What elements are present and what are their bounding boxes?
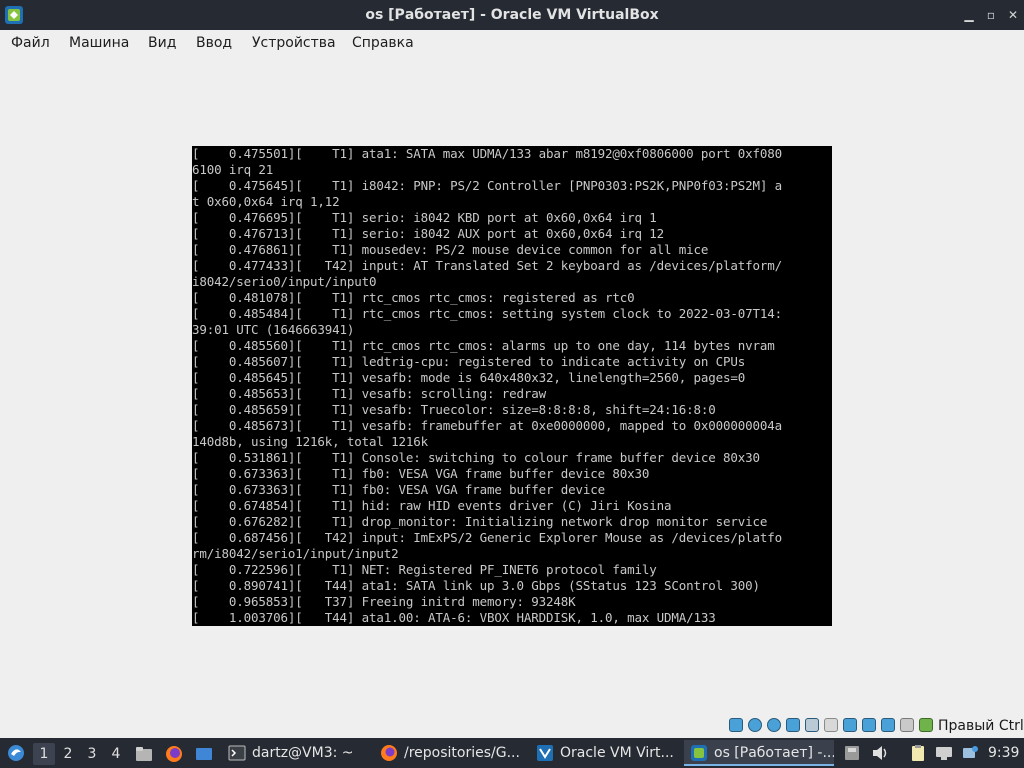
clipboard-icon[interactable] bbox=[908, 744, 928, 762]
console-line: [ 0.674854][ T1] hid: raw HID events dri… bbox=[192, 498, 672, 513]
task-firefox[interactable]: /repositories/G... bbox=[374, 740, 528, 766]
menu-input[interactable]: Ввод bbox=[196, 30, 232, 57]
console-line: [ 0.481078][ T1] rtc_cmos rtc_cmos: regi… bbox=[192, 290, 635, 305]
console-line: [ 0.485645][ T1] vesafb: mode is 640x480… bbox=[192, 370, 746, 385]
console-line: [ 1.003706][ T44] ata1.00: ATA-6: VBOX H… bbox=[192, 610, 716, 625]
console-line: [ 0.965853][ T37] Freeing initrd memory:… bbox=[192, 594, 576, 609]
console-line: 140d8b, using 1216k, total 1216k bbox=[192, 434, 429, 449]
menu-file[interactable]: Файл bbox=[11, 30, 50, 57]
disk-icon[interactable] bbox=[842, 744, 862, 762]
console-line: t 0x60,0x64 irq 1,12 bbox=[192, 194, 340, 209]
console-line: [ 0.475645][ T1] i8042: PNP: PS/2 Contro… bbox=[192, 178, 783, 193]
console-line: [ 0.722596][ T1] NET: Registered PF_INET… bbox=[192, 562, 657, 577]
workspace-4[interactable]: 4 bbox=[105, 743, 127, 765]
mouse-integration-icon[interactable] bbox=[900, 718, 914, 732]
workspace-1[interactable]: 1 bbox=[33, 743, 55, 765]
file-manager-icon[interactable] bbox=[134, 744, 154, 764]
console-line: [ 0.475501][ T1] ata1: SATA max UDMA/133… bbox=[192, 146, 783, 161]
console-line: 39:01 UTC (1646663941) bbox=[192, 322, 355, 337]
task-terminal[interactable]: dartz@VM3: ~ bbox=[222, 740, 368, 766]
console-line: [ 0.531861][ T1] Console: switching to c… bbox=[192, 450, 760, 465]
firefox-icon[interactable] bbox=[164, 744, 184, 764]
console-line: [ 0.477433][ T42] input: AT Translated S… bbox=[192, 258, 783, 273]
console-line: i8042/serio0/input/input0 bbox=[192, 274, 377, 289]
window-title: os [Работает] - Oracle VM VirtualBox bbox=[365, 7, 659, 23]
maximize-icon[interactable]: ▫ bbox=[980, 0, 1002, 30]
task-vm-window[interactable]: os [Работает] -... bbox=[684, 740, 834, 766]
keyboard-icon[interactable] bbox=[919, 718, 933, 732]
task-label: dartz@VM3: ~ bbox=[252, 745, 354, 761]
terminal-icon bbox=[228, 745, 246, 761]
console-line: [ 0.485484][ T1] rtc_cmos rtc_cmos: sett… bbox=[192, 306, 783, 321]
task-label: os [Работает] -... bbox=[714, 745, 834, 761]
system-taskbar: 1 2 3 4 dartz@VM3: ~ /repositories/G... … bbox=[0, 738, 1024, 768]
cpu-icon[interactable] bbox=[881, 718, 895, 732]
console-line: [ 0.476861][ T1] mousedev: PS/2 mouse de… bbox=[192, 242, 709, 257]
console-line: [ 0.485653][ T1] vesafb: scrolling: redr… bbox=[192, 386, 547, 401]
task-label: /repositories/G... bbox=[404, 745, 520, 761]
vm-statusbar: Правый Ctrl bbox=[0, 714, 1024, 738]
task-label: Oracle VM Virt... bbox=[560, 745, 674, 761]
volume-icon[interactable] bbox=[870, 744, 890, 762]
clock: 9:39 bbox=[988, 745, 1020, 761]
menu-view[interactable]: Вид bbox=[148, 30, 176, 57]
minimize-icon[interactable]: ▁ bbox=[958, 0, 980, 30]
virtualbox-icon bbox=[537, 745, 553, 761]
hard-disk-icon[interactable] bbox=[729, 718, 743, 732]
workspace-3[interactable]: 3 bbox=[81, 743, 103, 765]
console-line: [ 0.485659][ T1] vesafb: Truecolor: size… bbox=[192, 402, 716, 417]
task-virtualbox-manager[interactable]: Oracle VM Virt... bbox=[530, 740, 680, 766]
start-menu-icon[interactable] bbox=[6, 743, 26, 763]
console-line: [ 0.676282][ T1] drop_monitor: Initializ… bbox=[192, 514, 768, 529]
menu-machine[interactable]: Машина bbox=[69, 30, 129, 57]
menu-bar: Файл Машина Вид Ввод Устройства Справка bbox=[0, 30, 1024, 57]
console-line: [ 0.687456][ T42] input: ImExPS/2 Generi… bbox=[192, 530, 783, 545]
console-line: [ 0.485560][ T1] rtc_cmos rtc_cmos: alar… bbox=[192, 338, 775, 353]
console-line: [ 0.673363][ T1] fb0: VESA VGA frame buf… bbox=[192, 466, 650, 481]
video-capture-icon[interactable] bbox=[862, 718, 876, 732]
menu-help[interactable]: Справка bbox=[352, 30, 414, 57]
host-key-label: Правый Ctrl bbox=[938, 718, 1024, 734]
console-line: rm/i8042/serio1/input/input2 bbox=[192, 546, 399, 561]
network-icon[interactable] bbox=[934, 744, 954, 762]
console-line: [ 0.485607][ T1] ledtrig-cpu: registered… bbox=[192, 354, 746, 369]
firefox-icon bbox=[381, 745, 397, 761]
shared-folders-icon[interactable] bbox=[824, 718, 838, 732]
console-line: [ 0.673363][ T1] fb0: VESA VGA frame buf… bbox=[192, 482, 606, 497]
guest-console[interactable]: [ 0.475501][ T1] ata1: SATA max UDMA/133… bbox=[192, 146, 832, 626]
console-line: [ 0.476695][ T1] serio: i8042 KBD port a… bbox=[192, 210, 657, 225]
console-line: [ 0.890741][ T44] ata1: SATA link up 3.0… bbox=[192, 578, 760, 593]
virtualbox-icon bbox=[691, 745, 707, 761]
display-icon[interactable] bbox=[843, 718, 857, 732]
network-icon[interactable] bbox=[786, 718, 800, 732]
usb-icon[interactable] bbox=[805, 718, 819, 732]
console-line: 6100 irq 21 bbox=[192, 162, 274, 177]
close-icon[interactable]: ✕ bbox=[1002, 0, 1024, 30]
menu-devices[interactable]: Устройства bbox=[252, 30, 336, 57]
workspace-2[interactable]: 2 bbox=[57, 743, 79, 765]
console-line: [ 0.485673][ T1] vesafb: framebuffer at … bbox=[192, 418, 783, 433]
audio-icon[interactable] bbox=[767, 718, 781, 732]
console-line: [ 0.476713][ T1] serio: i8042 AUX port a… bbox=[192, 226, 665, 241]
window-titlebar[interactable]: os [Работает] - Oracle VM VirtualBox ▁ ▫… bbox=[0, 0, 1024, 30]
optical-drive-icon[interactable] bbox=[748, 718, 762, 732]
show-desktop-icon[interactable] bbox=[194, 744, 214, 764]
update-icon[interactable] bbox=[960, 744, 980, 762]
